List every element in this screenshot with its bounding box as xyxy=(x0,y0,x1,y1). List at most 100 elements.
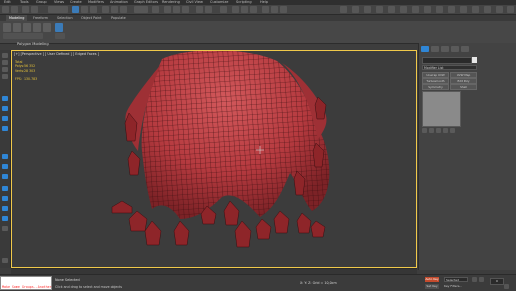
left-tool-11[interactable] xyxy=(2,174,8,179)
toolbar-icon-k[interactable] xyxy=(460,6,467,13)
toolbar-icon-j[interactable] xyxy=(448,6,455,13)
toolbar-icon-b[interactable] xyxy=(352,6,359,13)
shell-button[interactable]: Shell xyxy=(450,84,477,90)
schematic-view-icon[interactable] xyxy=(241,6,248,13)
left-tool-4[interactable] xyxy=(2,74,8,79)
modifier-list-dropdown[interactable]: Modifier List xyxy=(422,65,477,70)
rendered-frame-window-icon[interactable] xyxy=(271,6,278,13)
layer-explorer-icon[interactable] xyxy=(220,6,227,13)
ribbon-tool-2[interactable] xyxy=(13,23,21,32)
object-color-swatch[interactable] xyxy=(472,57,477,63)
tassel-bottom-8 xyxy=(255,218,272,240)
remove-modifier-icon[interactable] xyxy=(443,128,448,133)
motion-tab-icon[interactable] xyxy=(451,46,459,52)
left-tool-1[interactable] xyxy=(2,53,8,58)
ribbon-tool-row[interactable] xyxy=(3,33,43,39)
tassel-bottom-11 xyxy=(310,220,326,238)
toolbar-icon-o[interactable] xyxy=(507,6,514,13)
align-icon[interactable] xyxy=(205,6,212,13)
ribbon-tool-1[interactable] xyxy=(3,23,11,32)
scale-icon[interactable] xyxy=(120,6,127,13)
ribbon-tool-3[interactable] xyxy=(23,23,31,32)
left-tool-3[interactable] xyxy=(2,67,8,72)
tassel-bottom-1 xyxy=(111,200,133,214)
reference-coordinate-dropdown[interactable] xyxy=(134,6,148,13)
create-tab-icon[interactable] xyxy=(421,46,429,52)
coordinate-display[interactable]: X: Y: Z: Grid = 10,0cm xyxy=(300,281,337,285)
toolbar-icon-n[interactable] xyxy=(496,6,503,13)
cloth-mesh[interactable] xyxy=(12,51,416,267)
left-tool-12[interactable] xyxy=(2,186,8,191)
tassel-bottom-3 xyxy=(144,220,162,246)
selected-dropdown[interactable]: Selected xyxy=(444,277,468,282)
toolbar-icon-i[interactable] xyxy=(436,6,443,13)
key-filters-button[interactable]: Key Filters... xyxy=(444,284,462,289)
selection-filter-dropdown[interactable] xyxy=(48,6,68,13)
left-tool-13[interactable] xyxy=(2,196,8,201)
left-tool-8[interactable] xyxy=(2,126,8,131)
ribbon-tool-5[interactable] xyxy=(43,23,51,32)
auto-key-button[interactable]: Auto Key xyxy=(425,277,439,282)
show-end-result-icon[interactable] xyxy=(429,128,434,133)
toolbar-icon-a[interactable] xyxy=(340,6,347,13)
toolbar-icon-g[interactable] xyxy=(412,6,419,13)
left-tool-7[interactable] xyxy=(2,116,8,121)
left-tool-5[interactable] xyxy=(2,96,8,101)
rotate-icon[interactable] xyxy=(111,6,118,13)
polygon-modeling-panel-label[interactable]: Polygon Modeling xyxy=(17,42,49,46)
modifier-stack[interactable] xyxy=(422,91,461,127)
ribbon-tool-small[interactable] xyxy=(55,33,65,39)
left-tool-16[interactable] xyxy=(2,226,8,231)
redo-icon[interactable] xyxy=(11,6,18,13)
angle-snap-icon[interactable] xyxy=(173,6,180,13)
play-icon[interactable] xyxy=(479,277,484,282)
set-key-button[interactable]: Set Key xyxy=(425,284,439,289)
left-tool-6[interactable] xyxy=(2,106,8,111)
undo-icon[interactable] xyxy=(2,6,9,13)
left-tool-2[interactable] xyxy=(2,60,8,65)
object-name-field[interactable] xyxy=(422,57,472,64)
percent-snap-icon[interactable] xyxy=(182,6,189,13)
toolbar-icon-f[interactable] xyxy=(400,6,407,13)
select-object-icon[interactable] xyxy=(72,6,79,13)
tassel-bottom-7 xyxy=(234,220,252,248)
maxscript-listener[interactable]: Make Some Groups--Another xyxy=(0,276,52,290)
material-editor-icon[interactable] xyxy=(250,6,257,13)
make-unique-icon[interactable] xyxy=(436,128,441,133)
display-tab-icon[interactable] xyxy=(461,46,469,52)
mirror-icon[interactable] xyxy=(196,6,203,13)
render-production-icon[interactable] xyxy=(280,6,287,13)
toolbar-icon-d[interactable] xyxy=(376,6,383,13)
move-icon[interactable] xyxy=(102,6,109,13)
hierarchy-tab-icon[interactable] xyxy=(441,46,449,52)
maxscript-text: Make Some Groups--Another xyxy=(2,285,52,289)
ribbon-tool-active[interactable] xyxy=(55,23,63,32)
rectangle-selection-icon[interactable] xyxy=(90,6,97,13)
left-tool-9[interactable] xyxy=(2,154,8,159)
snap-toggle-icon[interactable] xyxy=(164,6,171,13)
toolbar-icon-h[interactable] xyxy=(424,6,431,13)
pivot-icon[interactable] xyxy=(152,6,159,13)
current-frame-field[interactable]: 0 xyxy=(490,278,504,285)
link-icon[interactable] xyxy=(22,6,29,13)
symmetry-button[interactable]: Symmetry xyxy=(422,84,449,90)
select-by-name-icon[interactable] xyxy=(81,6,88,13)
toolbar-icon-m[interactable] xyxy=(484,6,491,13)
time-configuration-icon[interactable] xyxy=(504,284,509,289)
modify-tab-icon[interactable] xyxy=(431,46,439,52)
left-tool-15[interactable] xyxy=(2,216,8,221)
left-tool-10[interactable] xyxy=(2,164,8,169)
perspective-viewport[interactable]: [+] [Perspective ] [ User Defined ] [ Ed… xyxy=(11,50,417,268)
ribbon-tool-4[interactable] xyxy=(33,23,41,32)
go-to-start-icon[interactable] xyxy=(472,277,477,282)
pin-stack-icon[interactable] xyxy=(422,128,427,133)
toolbar-icon-l[interactable] xyxy=(472,6,479,13)
unlink-icon[interactable] xyxy=(31,6,38,13)
configure-modifier-sets-icon[interactable] xyxy=(450,128,455,133)
render-setup-icon[interactable] xyxy=(262,6,269,13)
left-tool-17[interactable] xyxy=(2,258,8,263)
toolbar-icon-e[interactable] xyxy=(388,6,395,13)
curve-editor-icon[interactable] xyxy=(232,6,239,13)
left-tool-14[interactable] xyxy=(2,206,8,211)
toolbar-icon-c[interactable] xyxy=(364,6,371,13)
